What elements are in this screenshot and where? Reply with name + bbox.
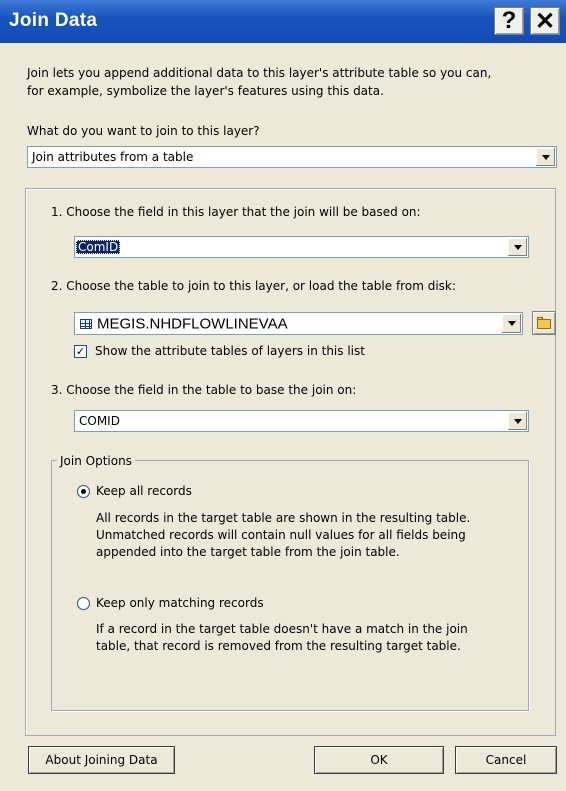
chevron-down-icon[interactable] <box>535 148 555 166</box>
chevron-down-icon[interactable] <box>501 314 521 333</box>
keep-matching-records-label[interactable]: Keep only matching records <box>96 596 264 610</box>
join-options-legend: Join Options <box>57 454 135 468</box>
close-button[interactable]: ✕ <box>530 7 560 35</box>
open-folder-button[interactable] <box>532 311 556 335</box>
step1-label: 1. Choose the field in this layer that t… <box>51 205 421 219</box>
chevron-down-icon[interactable] <box>507 412 527 430</box>
join-type-value: Join attributes from a table <box>32 150 194 164</box>
keep-matching-records-radio[interactable] <box>77 597 90 610</box>
about-joining-data-button[interactable]: About Joining Data <box>28 746 175 774</box>
keep-all-records-label[interactable]: Keep all records <box>96 484 192 498</box>
ok-button[interactable]: OK <box>314 746 444 774</box>
table-field-dropdown[interactable]: COMID <box>74 410 529 432</box>
keep-all-records-radio[interactable] <box>77 485 90 498</box>
table-icon <box>80 319 92 329</box>
dialog-title: Join Data <box>9 10 98 31</box>
chevron-down-icon[interactable] <box>507 238 527 256</box>
title-bar[interactable]: Join Data ? ✕ <box>0 0 566 43</box>
join-type-dropdown[interactable]: Join attributes from a table <box>27 146 557 168</box>
help-button[interactable]: ? <box>494 7 524 35</box>
join-table-value: MEGIS.NHDFLOWLINEVAA <box>97 315 288 332</box>
join-table-dropdown[interactable]: MEGIS.NHDFLOWLINEVAA <box>74 312 523 335</box>
table-field-value: COMID <box>79 414 120 428</box>
layer-field-dropdown[interactable]: ComID <box>74 236 529 258</box>
cancel-button[interactable]: Cancel <box>455 746 557 774</box>
layer-field-value: ComID <box>76 240 121 254</box>
show-layer-tables-checkbox[interactable]: ✓ <box>74 345 87 358</box>
join-data-dialog: Join Data ? ✕ Join lets you append addit… <box>0 0 566 791</box>
step3-label: 3. Choose the field in the table to base… <box>51 383 357 397</box>
join-type-question: What do you want to join to this layer? <box>27 124 260 138</box>
show-layer-tables-label[interactable]: Show the attribute tables of layers in t… <box>95 344 365 358</box>
keep-all-records-description: All records in the target table are show… <box>96 511 471 559</box>
intro-text-line2: for example, symbolize the layer's featu… <box>27 84 384 98</box>
step2-label: 2. Choose the table to join to this laye… <box>51 279 456 293</box>
keep-matching-records-description: If a record in the target table doesn't … <box>96 622 468 653</box>
intro-text-line1: Join lets you append additional data to … <box>27 66 492 80</box>
